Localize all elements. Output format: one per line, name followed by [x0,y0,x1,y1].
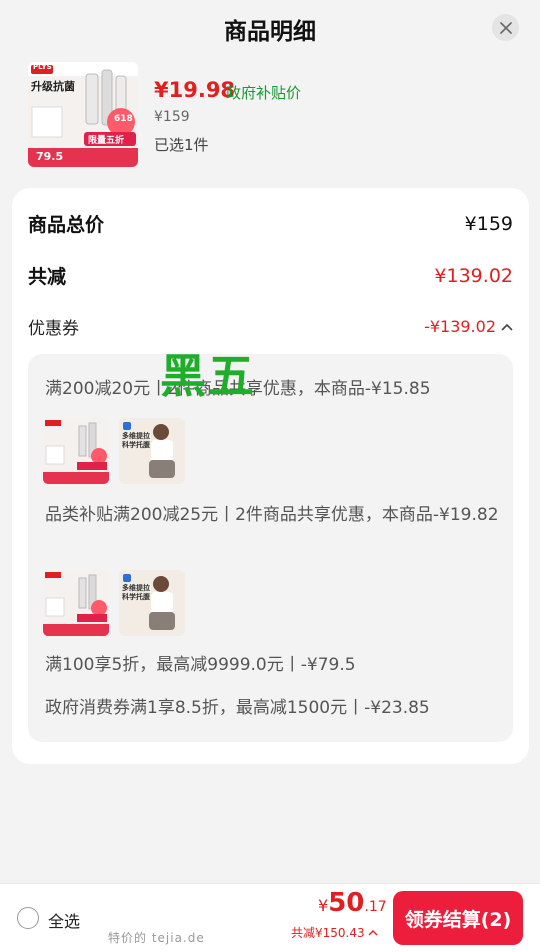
thumb-badge: 限量五折 [88,136,125,146]
total-price-label: 商品总价 [28,214,105,236]
thumb-price: 79.5 [36,150,64,163]
reduce-row: 共减 ¥139.02 [28,262,513,289]
currency-symbol: ¥ [318,896,329,915]
coupon-line-3: 满100享5折，最高减9999.0元丨-¥79.5 [45,655,356,675]
coupon-products-2: 多维提拉 科学托腹 [43,570,185,636]
select-all-radio[interactable] [17,907,39,929]
coupon-detail-panel: 满200减20元丨2件商品共享优惠，本商品-¥15.85 多维提拉 科学托腹 品… [28,354,513,742]
coupon-value-text: -¥139.02 [424,317,496,336]
product-mini-thumb[interactable]: 多维提拉 科学托腹 [119,570,185,636]
total-amount: ¥50.17 [318,888,387,918]
mini-thumb-text: 多维提拉 科学托腹 [122,584,150,601]
watermark-text: 黑五 [160,349,256,403]
total-int: 50 [328,888,365,918]
total-price-value: ¥159 [464,212,513,235]
product-price: ¥19.98 [154,78,236,102]
coupon-value[interactable]: -¥139.02 [424,317,513,336]
total-reduce-text: 共减¥150.43 [291,926,365,940]
original-price: ¥159 [154,109,190,125]
reduce-label: 共减 [28,266,67,288]
close-button[interactable] [492,14,519,41]
chevron-up-icon [368,930,378,936]
site-watermark: 特价的 tejia.de [108,931,205,945]
coupon-line-2: 品类补贴满200减25元丨2件商品共享优惠，本商品-¥19.82 [45,505,499,525]
selected-count: 已选1件 [154,136,209,154]
product-mini-thumb[interactable] [43,570,109,636]
coupon-line-4: 政府消费券满1享8.5折，最高减1500元丨-¥23.85 [45,698,430,718]
thumb-brand: PLYS [33,63,52,71]
coupon-label: 优惠券 [28,319,79,339]
coupon-products-1: 多维提拉 科学托腹 [43,418,185,484]
select-all-label[interactable]: 全选 [48,908,80,932]
reduce-value: ¥139.02 [434,264,513,287]
checkout-button[interactable]: 领券结算(2) [393,891,523,945]
coupon-line-1: 满200减20元丨2件商品共享优惠，本商品-¥15.85 [45,379,431,399]
mini-thumb-text: 多维提拉 科学托腹 [122,432,150,449]
subsidy-price-tag: 政府补贴价 [226,84,302,102]
product-summary: PLYS 升级抗菌 618 限量五折 79.5 ¥19.98 政府补贴价 ¥15… [28,62,528,172]
price-detail-card: 商品总价 ¥159 共减 ¥139.02 优惠券 -¥139.02 满200减2… [12,188,529,764]
product-mini-thumb[interactable] [43,418,109,484]
thumb-event: 618 [114,114,133,124]
total-reduce[interactable]: 共减¥150.43 [291,924,378,941]
thumb-headline: 升级抗菌 [31,80,75,93]
header: 商品明细 [0,0,540,56]
total-price-row: 商品总价 ¥159 [28,210,513,237]
chevron-up-icon [501,323,513,331]
close-icon [499,21,512,34]
product-thumbnail[interactable]: PLYS 升级抗菌 618 限量五折 79.5 [28,62,138,167]
total-dec: .17 [364,899,387,915]
coupon-row[interactable]: 优惠券 -¥139.02 [28,314,513,339]
checkout-bar: 全选 特价的 tejia.de ¥50.17 共减¥150.43 领券结算(2) [0,883,540,952]
product-mini-thumb[interactable]: 多维提拉 科学托腹 [119,418,185,484]
page-title: 商品明细 [224,19,316,45]
